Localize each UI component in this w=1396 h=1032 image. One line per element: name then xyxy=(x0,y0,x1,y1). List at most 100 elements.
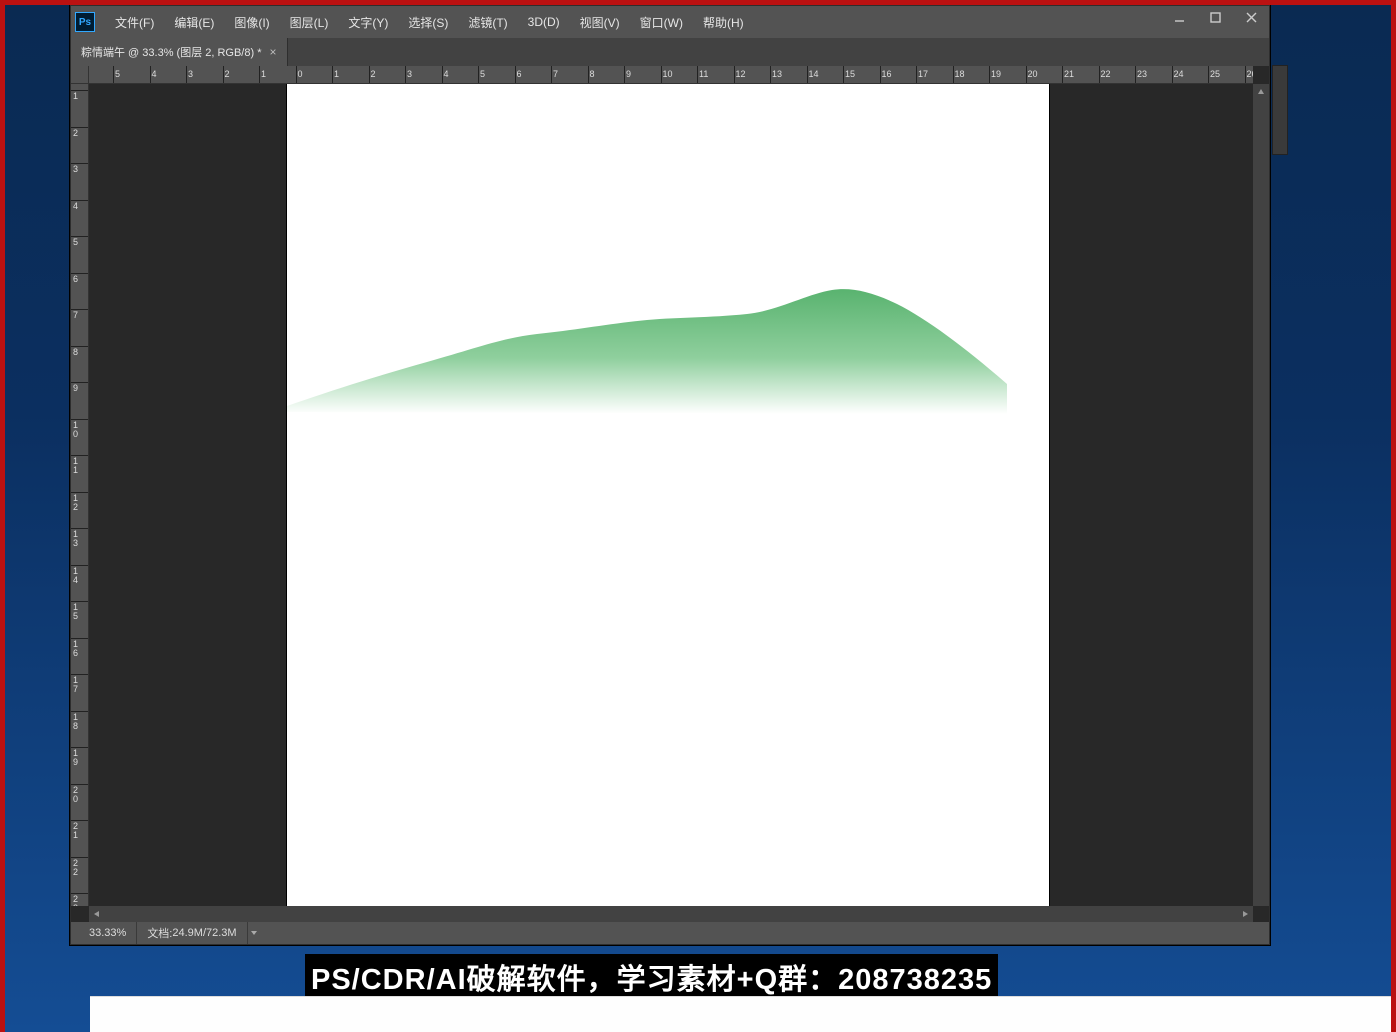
menu-filter[interactable]: 滤镜(T) xyxy=(458,6,517,38)
menu-layer[interactable]: 图层(L) xyxy=(280,6,339,38)
scroll-left-icon[interactable] xyxy=(89,906,105,922)
mountain-artwork xyxy=(287,284,1007,414)
menu-window[interactable]: 窗口(W) xyxy=(630,6,693,38)
vertical-scrollbar[interactable] xyxy=(1253,84,1269,906)
menu-3d[interactable]: 3D(D) xyxy=(518,6,570,38)
menu-label: 帮助(H) xyxy=(703,14,744,31)
window-controls xyxy=(1161,6,1269,38)
ruler-v-label: 3 xyxy=(73,165,85,174)
horizontal-scrollbar[interactable] xyxy=(89,906,1253,922)
close-button[interactable] xyxy=(1233,6,1269,28)
ruler-v-label: 1 6 xyxy=(73,640,85,658)
menu-label: 窗口(W) xyxy=(640,14,683,31)
menu-label: 滤镜(T) xyxy=(468,14,507,31)
document-canvas[interactable] xyxy=(287,84,1049,906)
ruler-v-label: 1 3 xyxy=(73,530,85,548)
ruler-h-label: 14 xyxy=(809,69,819,79)
menu-label: 图像(I) xyxy=(234,14,269,31)
tab-close-icon[interactable]: × xyxy=(270,45,277,59)
ruler-v-label: 9 xyxy=(73,384,85,393)
ruler-h-label: 8 xyxy=(590,69,595,79)
menu-label: 视图(V) xyxy=(580,14,620,31)
menu-select[interactable]: 选择(S) xyxy=(398,6,458,38)
menu-image[interactable]: 图像(I) xyxy=(224,6,279,38)
ruler-v-label: 2 2 xyxy=(73,859,85,877)
status-more-icon[interactable] xyxy=(248,922,260,944)
ruler-v-label: 2 xyxy=(73,129,85,138)
ruler-v-label: 8 xyxy=(73,348,85,357)
doc-label: 文档: xyxy=(147,925,172,941)
menu-bar: Ps 文件(F) 编辑(E) 图像(I) 图层(L) 文字(Y) 选择(S) 滤… xyxy=(71,6,1269,38)
document-tab[interactable]: 粽情端午 @ 33.3% (图层 2, RGB/8) * × xyxy=(71,38,288,66)
ruler-v-label: 2 1 xyxy=(73,822,85,840)
scroll-right-icon[interactable] xyxy=(1237,906,1253,922)
menu-edit[interactable]: 编辑(E) xyxy=(164,6,224,38)
document-tab-title: 粽情端午 @ 33.3% (图层 2, RGB/8) * xyxy=(81,44,262,60)
vertical-ruler[interactable]: 1234567891 01 11 21 31 41 51 61 71 81 92… xyxy=(71,84,89,906)
ruler-h-label: 3 xyxy=(188,69,193,79)
workspace: 5432101234567891011121314151617181920212… xyxy=(71,66,1269,922)
taskbar xyxy=(90,996,1396,1032)
collapsed-panel[interactable] xyxy=(1272,65,1288,155)
ruler-v-label: 1 2 xyxy=(73,494,85,512)
zoom-value: 33.33% xyxy=(89,927,126,939)
ruler-h-label: 15 xyxy=(845,69,855,79)
menu-label: 选择(S) xyxy=(408,14,448,31)
ruler-h-label: 20 xyxy=(1028,69,1038,79)
ruler-v-label: 1 0 xyxy=(73,421,85,439)
ruler-h-label: 1 xyxy=(261,69,266,79)
ruler-h-label: 5 xyxy=(480,69,485,79)
menu-label: 图层(L) xyxy=(290,14,329,31)
ruler-corner xyxy=(71,66,89,84)
ruler-h-label: 11 xyxy=(699,69,708,79)
menu-label: 编辑(E) xyxy=(174,14,214,31)
ruler-h-label: 4 xyxy=(444,69,449,79)
doc-size-value: 24.9M/72.3M xyxy=(172,927,236,939)
ruler-h-label: 2 xyxy=(371,69,376,79)
minimize-button[interactable] xyxy=(1161,6,1197,28)
ruler-h-label: 25 xyxy=(1210,69,1220,79)
ruler-h-label: 3 xyxy=(407,69,412,79)
status-doc-size[interactable]: 文档: 24.9M/72.3M xyxy=(137,922,247,944)
ruler-v-label: 2 3 xyxy=(73,895,85,906)
photoshop-window: Ps 文件(F) 编辑(E) 图像(I) 图层(L) 文字(Y) 选择(S) 滤… xyxy=(70,5,1270,945)
maximize-button[interactable] xyxy=(1197,6,1233,28)
ruler-v-label: 1 7 xyxy=(73,676,85,694)
menu-label: 文字(Y) xyxy=(348,14,388,31)
menu-help[interactable]: 帮助(H) xyxy=(693,6,754,38)
menu-file[interactable]: 文件(F) xyxy=(105,6,164,38)
ruler-h-label: 9 xyxy=(626,69,631,79)
menu-view[interactable]: 视图(V) xyxy=(570,6,630,38)
ruler-h-label: 10 xyxy=(663,69,673,79)
menu-type[interactable]: 文字(Y) xyxy=(338,6,398,38)
ruler-h-label: 16 xyxy=(882,69,892,79)
canvas-viewport[interactable] xyxy=(89,84,1253,906)
ruler-h-label: 26 xyxy=(1247,69,1254,79)
photoshop-logo-icon: Ps xyxy=(75,12,95,32)
ruler-h-label: 0 xyxy=(298,69,303,79)
menu-label: 文件(F) xyxy=(115,14,154,31)
menu-label: 3D(D) xyxy=(528,15,560,29)
scroll-up-icon[interactable] xyxy=(1253,84,1269,100)
status-zoom[interactable]: 33.33% xyxy=(79,922,137,944)
ruler-h-label: 4 xyxy=(152,69,157,79)
ruler-v-label: 1 8 xyxy=(73,713,85,731)
ruler-h-label: 1 xyxy=(334,69,339,79)
ruler-v-label: 6 xyxy=(73,275,85,284)
ruler-v-label: 2 0 xyxy=(73,786,85,804)
ruler-h-label: 2 xyxy=(225,69,230,79)
document-tab-bar: 粽情端午 @ 33.3% (图层 2, RGB/8) * × xyxy=(71,38,1269,66)
ruler-h-label: 5 xyxy=(115,69,120,79)
ruler-h-label: 13 xyxy=(772,69,782,79)
banner-text: PS/CDR/AI破解软件，学习素材+Q群：208738235 xyxy=(311,964,992,996)
ruler-v-label: 1 xyxy=(73,92,85,101)
ruler-v-label: 1 5 xyxy=(73,603,85,621)
ruler-v-label: 1 4 xyxy=(73,567,85,585)
ruler-h-label: 22 xyxy=(1101,69,1111,79)
ruler-v-label: 5 xyxy=(73,238,85,247)
ruler-h-label: 24 xyxy=(1174,69,1184,79)
ruler-v-label: 7 xyxy=(73,311,85,320)
horizontal-ruler[interactable]: 5432101234567891011121314151617181920212… xyxy=(89,66,1253,84)
ruler-v-label: 1 9 xyxy=(73,749,85,767)
ruler-h-label: 19 xyxy=(991,69,1001,79)
